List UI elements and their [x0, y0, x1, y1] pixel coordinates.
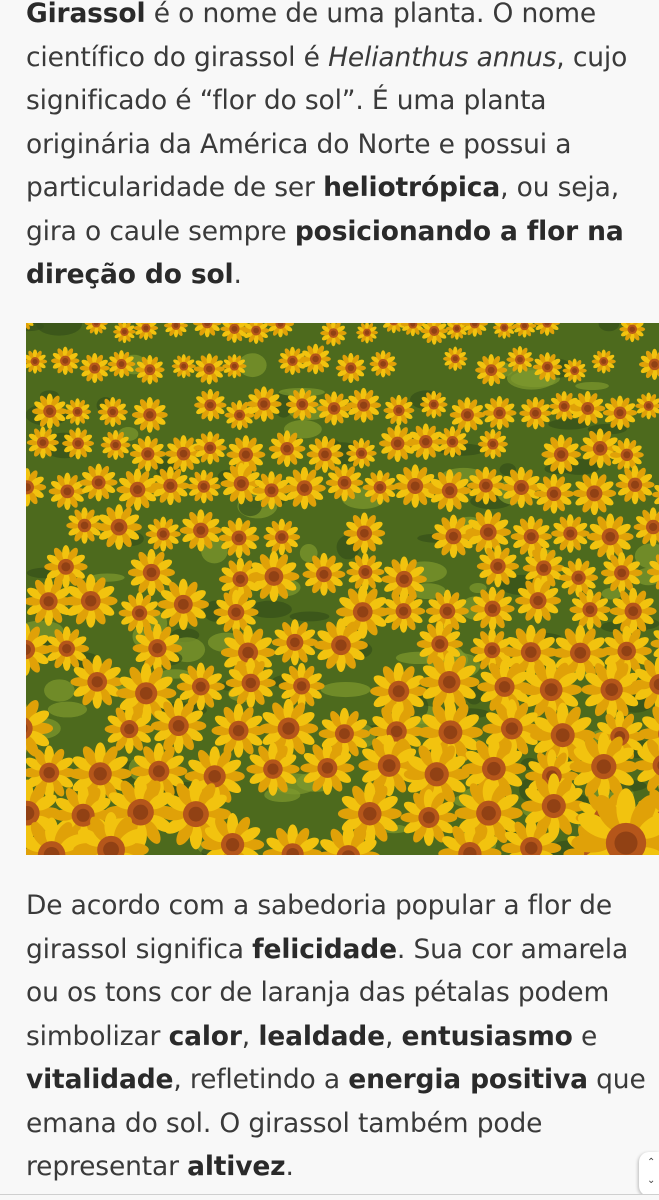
term-girassol: Girassol — [26, 0, 146, 29]
term-calor: calor — [168, 1020, 242, 1052]
term-vitalidade: vitalidade — [26, 1064, 174, 1095]
chevron-up-icon: ⌃ — [647, 1157, 656, 1168]
text-span: , refletindo a — [173, 1064, 349, 1095]
sunflower-field-image — [26, 323, 659, 855]
fast-scroll-handle[interactable]: ⌃ ⌄ — [639, 1152, 659, 1196]
term-felicidade: felicidade — [252, 933, 397, 965]
term-heliotropica: heliotrópica — [323, 172, 501, 203]
scientific-name: Helianthus annus — [328, 41, 557, 73]
term-altivez: altivez — [187, 1151, 286, 1182]
term-entusiasmo: entusiasmo — [401, 1020, 573, 1052]
term-energia-positiva: energia positiva — [348, 1064, 588, 1095]
sunflower-field-drawing — [26, 323, 659, 855]
meaning-paragraph: De acordo com a sabedoria popular a flor… — [26, 884, 652, 1189]
text-span: . — [285, 1151, 294, 1182]
text-span: , — [241, 1020, 259, 1052]
text-span: e — [572, 1020, 598, 1052]
text-span: , — [384, 1020, 402, 1052]
chevron-down-icon: ⌄ — [647, 1175, 656, 1186]
intro-paragraph: Girassol é o nome de uma planta. O nome … — [26, 0, 652, 297]
bottom-divider — [0, 1194, 659, 1200]
text-span: . — [233, 259, 242, 290]
term-lealdade: lealdade — [258, 1020, 385, 1052]
